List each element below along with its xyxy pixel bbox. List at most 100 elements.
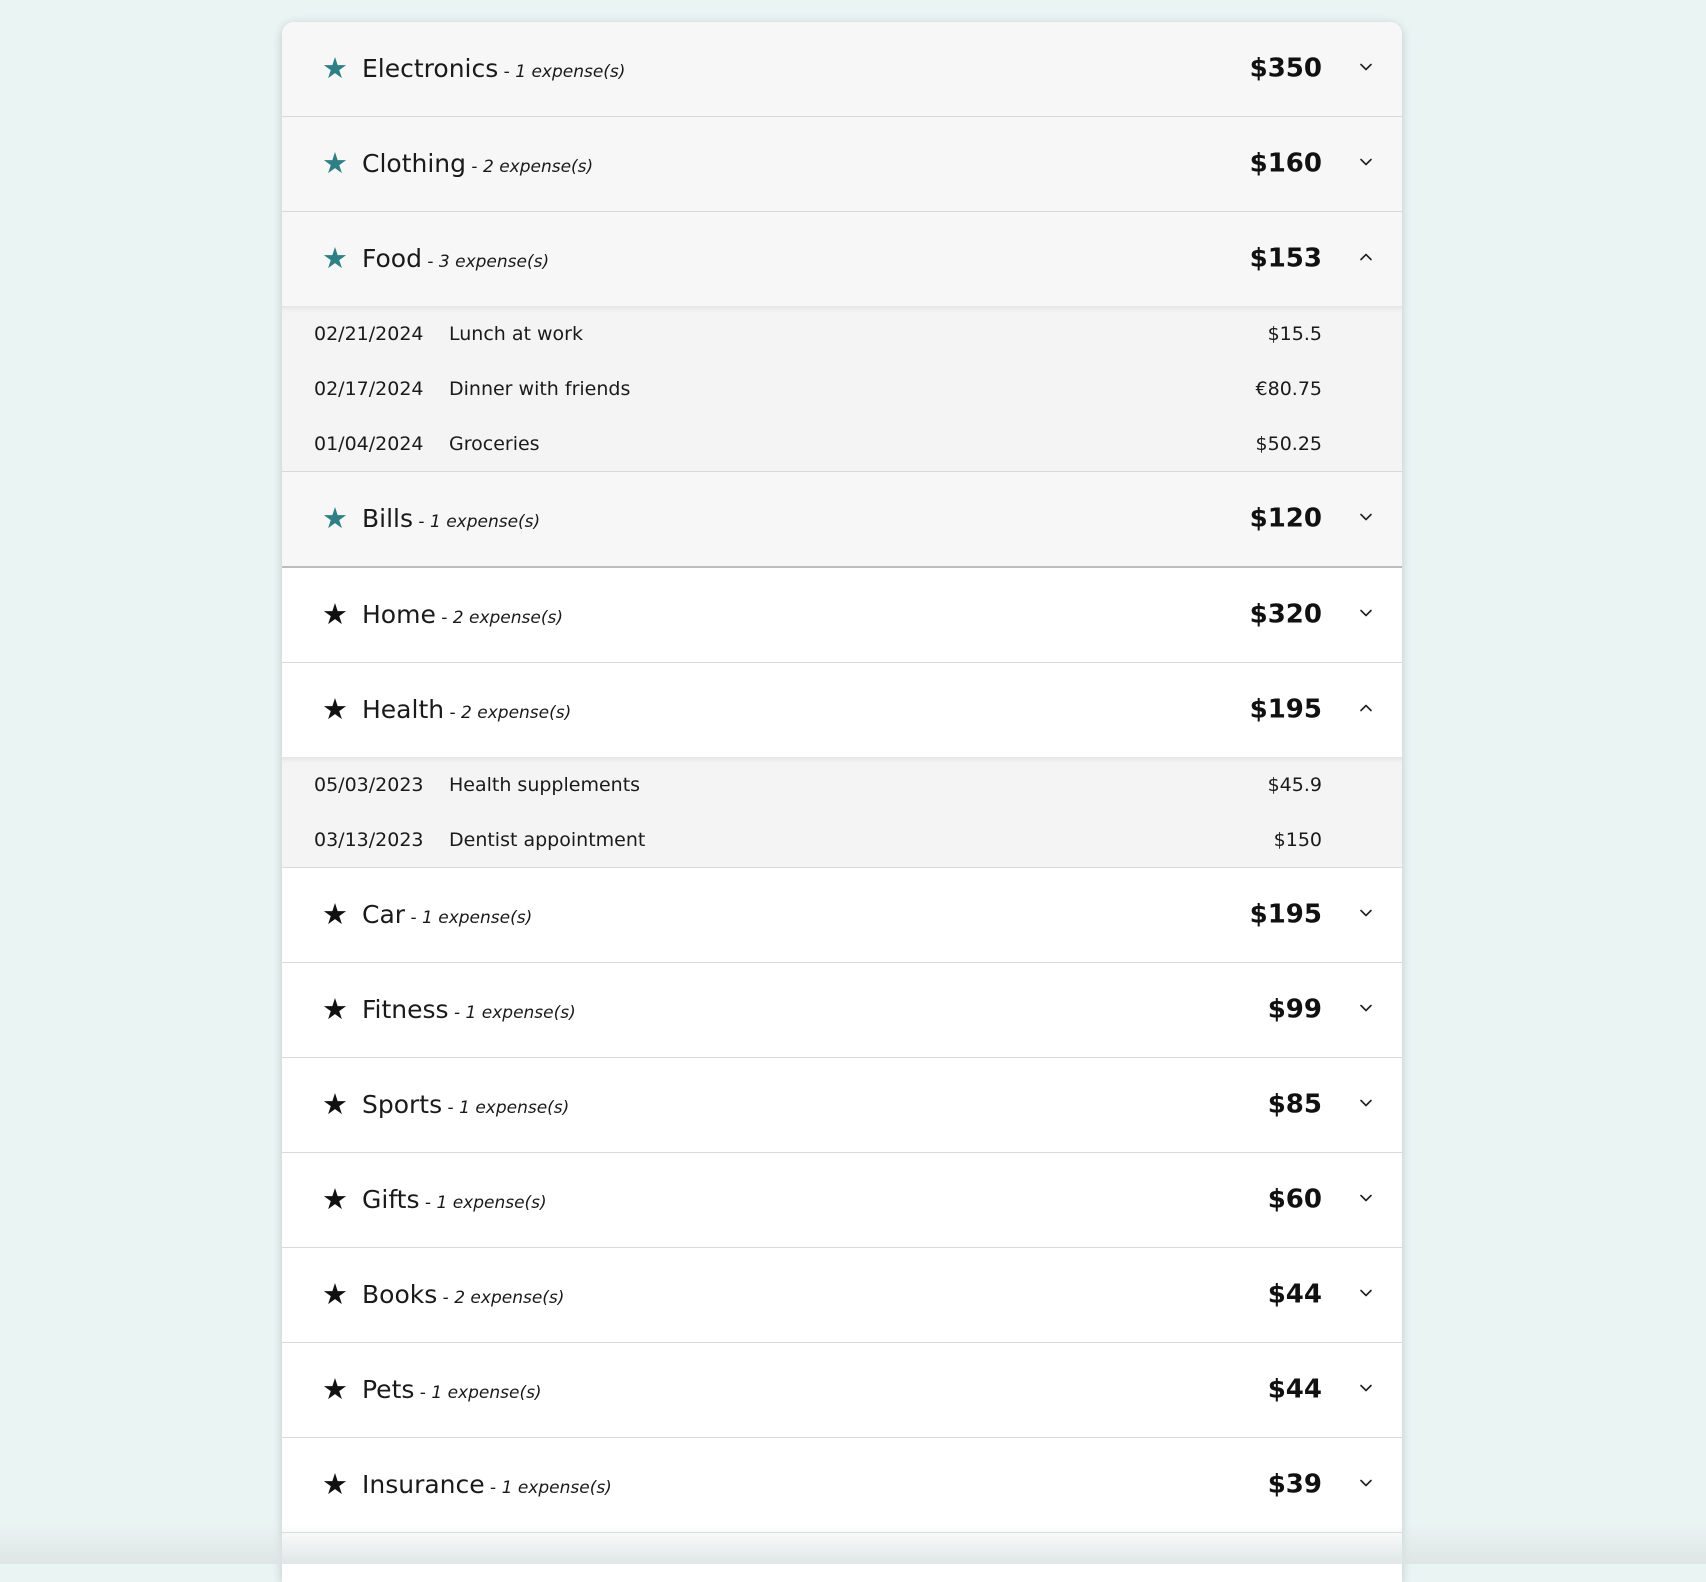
expense-date: 05/03/2023 — [314, 773, 424, 796]
expense-amount: $150 — [1273, 828, 1322, 851]
category-title: Gifts - 1 expense(s) — [362, 1185, 547, 1214]
expense-amount: €80.75 — [1255, 377, 1322, 400]
expense-description: Lunch at work — [449, 322, 583, 345]
category-accordion: ★ Electronics - 1 expense(s) $350 ★ Clot… — [282, 22, 1402, 1582]
category-clothing: ★ Clothing - 2 expense(s) $160 — [282, 117, 1402, 212]
category-title: Fitness - 1 expense(s) — [362, 995, 576, 1024]
expense-description: Dinner with friends — [449, 377, 631, 400]
star-icon[interactable]: ★ — [322, 1089, 348, 1119]
category-title: Books - 2 expense(s) — [362, 1280, 564, 1309]
expense-description: Groceries — [449, 432, 540, 455]
category-separator: - — [498, 61, 516, 82]
category-separator: - — [413, 511, 430, 532]
expense-list: 05/03/2023 Health supplements $45.9 03/1… — [282, 757, 1402, 867]
star-icon[interactable]: ★ — [322, 1184, 348, 1214]
expense-row[interactable]: 02/17/2024 Dinner with friends €80.75 — [282, 361, 1402, 416]
chevron-down-icon[interactable] — [1360, 63, 1372, 75]
category-name: Pets — [362, 1374, 415, 1404]
category-header[interactable]: ★ Fitness - 1 expense(s) $99 — [282, 963, 1402, 1057]
expense-description: Health supplements — [449, 773, 641, 796]
expense-date: 01/04/2024 — [314, 432, 424, 455]
category-name: Home — [362, 599, 436, 629]
category-home: ★ Home - 2 expense(s) $320 — [282, 568, 1402, 663]
category-title: Health - 2 expense(s) — [362, 695, 571, 724]
category-header[interactable]: ★ Sports - 1 expense(s) $85 — [282, 1058, 1402, 1152]
category-name: Sports — [362, 1089, 443, 1119]
star-icon[interactable]: ★ — [322, 994, 348, 1024]
category-total: $320 — [1249, 599, 1322, 630]
chevron-down-icon[interactable] — [1360, 909, 1372, 921]
star-icon[interactable]: ★ — [322, 53, 348, 83]
category-expense-count: 1 expense(s) — [465, 1002, 576, 1023]
chevron-down-icon[interactable] — [1360, 1289, 1372, 1301]
category-expense-count: 1 expense(s) — [459, 1097, 570, 1118]
category-title: Sports - 1 expense(s) — [362, 1090, 569, 1119]
category-name: Electronics — [362, 53, 499, 83]
category-title: Car - 1 expense(s) — [362, 900, 532, 929]
category-separator: - — [435, 607, 453, 628]
category-fitness: ★ Fitness - 1 expense(s) $99 — [282, 963, 1402, 1058]
chevron-down-icon[interactable] — [1360, 1384, 1372, 1396]
category-gifts: ★ Gifts - 1 expense(s) $60 — [282, 1153, 1402, 1248]
category-header[interactable]: ★ Electronics - 1 expense(s) $350 — [282, 22, 1402, 116]
category-pets: ★ Pets - 1 expense(s) $44 — [282, 1343, 1402, 1438]
category-expense-count: 1 expense(s) — [515, 61, 626, 82]
chevron-down-icon[interactable] — [1360, 513, 1372, 525]
expense-amount: $15.5 — [1267, 322, 1322, 345]
expense-row[interactable]: 05/03/2023 Health supplements $45.9 — [282, 757, 1402, 812]
category-food: ★ Food - 3 expense(s) $153 02/21/2024 Lu… — [282, 212, 1402, 472]
category-expense-count: 2 expense(s) — [452, 607, 563, 628]
category-header[interactable]: ★ Bills - 1 expense(s) $120 — [282, 472, 1402, 566]
category-header[interactable]: ★ Gifts - 1 expense(s) $60 — [282, 1153, 1402, 1247]
chevron-down-icon[interactable] — [1360, 1004, 1372, 1016]
star-icon[interactable]: ★ — [322, 148, 348, 178]
category-total: $350 — [1249, 53, 1322, 84]
star-icon[interactable]: ★ — [322, 899, 348, 929]
category-total: $60 — [1267, 1184, 1322, 1215]
star-icon[interactable]: ★ — [322, 694, 348, 724]
expense-row[interactable]: 02/21/2024 Lunch at work $15.5 — [282, 306, 1402, 361]
category-title: Bills - 1 expense(s) — [362, 504, 540, 533]
category-expense-count: 1 expense(s) — [429, 511, 541, 532]
category-total: $39 — [1267, 1469, 1322, 1500]
chevron-down-icon[interactable] — [1360, 1099, 1372, 1111]
star-icon[interactable]: ★ — [322, 1469, 348, 1499]
category-header[interactable]: ★ Insurance - 1 expense(s) $39 — [282, 1438, 1402, 1532]
category-header[interactable]: ★ Car - 1 expense(s) $195 — [282, 868, 1402, 962]
category-separator: - — [442, 1097, 460, 1118]
category-separator: - — [437, 1287, 455, 1308]
category-name: Car — [362, 899, 406, 929]
star-icon[interactable]: ★ — [322, 243, 348, 273]
category-title: Electronics - 1 expense(s) — [362, 54, 625, 83]
category-total: $85 — [1267, 1089, 1322, 1120]
category-name: Food — [362, 243, 422, 273]
category-header[interactable]: ★ Health - 2 expense(s) $195 — [282, 663, 1402, 757]
category-list: ★ Electronics - 1 expense(s) $350 ★ Clot… — [282, 22, 1402, 1533]
expense-row[interactable]: 01/04/2024 Groceries $50.25 — [282, 416, 1402, 471]
category-header[interactable]: ★ Clothing - 2 expense(s) $160 — [282, 117, 1402, 211]
expense-row[interactable]: 03/13/2023 Dentist appointment $150 — [282, 812, 1402, 867]
chevron-down-icon[interactable] — [1360, 1194, 1372, 1206]
category-name: Insurance — [362, 1469, 485, 1499]
category-title: Pets - 1 expense(s) — [362, 1375, 542, 1404]
star-icon[interactable]: ★ — [322, 1374, 348, 1404]
star-icon[interactable]: ★ — [322, 1279, 348, 1309]
chevron-up-icon[interactable] — [1360, 704, 1372, 716]
category-header[interactable]: ★ Pets - 1 expense(s) $44 — [282, 1343, 1402, 1437]
category-name: Clothing — [362, 148, 467, 178]
chevron-down-icon[interactable] — [1360, 609, 1372, 621]
chevron-down-icon[interactable] — [1360, 1479, 1372, 1491]
category-header[interactable]: ★ Home - 2 expense(s) $320 — [282, 568, 1402, 662]
expense-amount: $45.9 — [1267, 773, 1322, 796]
star-icon[interactable]: ★ — [322, 503, 348, 533]
chevron-down-icon[interactable] — [1360, 158, 1372, 170]
category-expense-count: 2 expense(s) — [454, 1287, 565, 1308]
chevron-up-icon[interactable] — [1360, 253, 1372, 265]
star-icon[interactable]: ★ — [322, 599, 348, 629]
category-title: Home - 2 expense(s) — [362, 600, 563, 629]
category-header[interactable]: ★ Food - 3 expense(s) $153 — [282, 212, 1402, 306]
category-name: Bills — [362, 503, 414, 533]
category-expense-count: 3 expense(s) — [438, 251, 550, 272]
category-title: Clothing - 2 expense(s) — [362, 149, 593, 178]
category-header[interactable]: ★ Books - 2 expense(s) $44 — [282, 1248, 1402, 1342]
